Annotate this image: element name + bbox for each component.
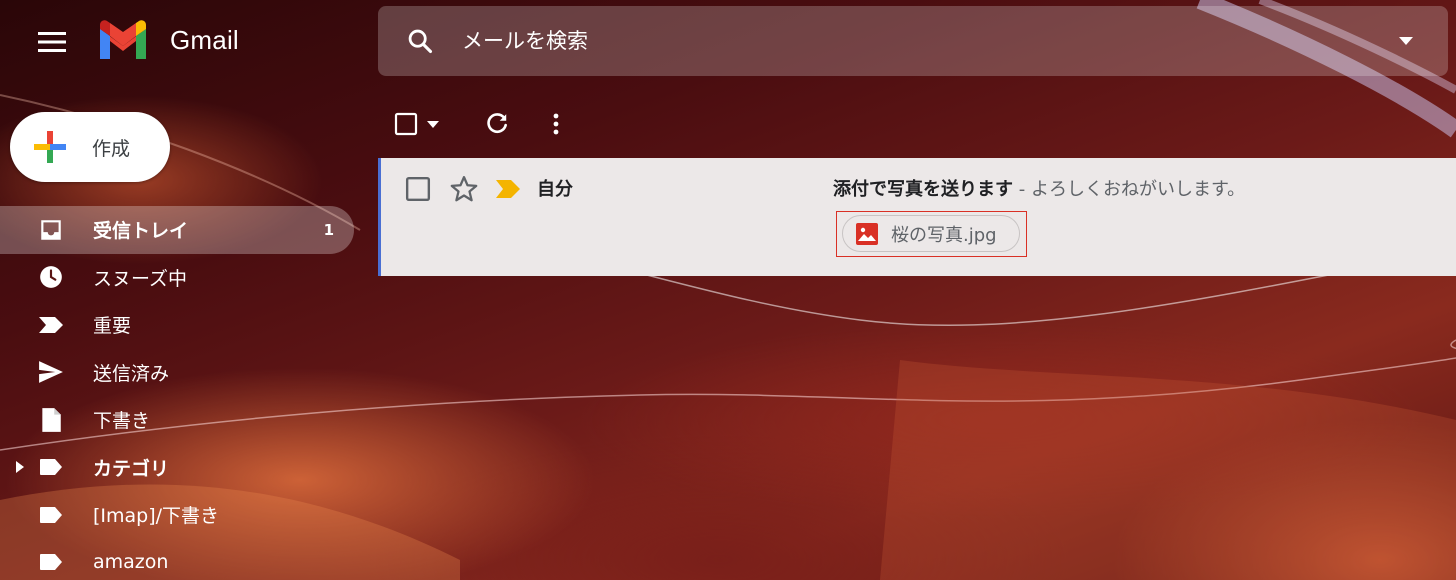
refresh-button[interactable] [470, 102, 524, 146]
important-marker-icon[interactable] [495, 179, 521, 199]
sidebar-item-label: amazon [93, 551, 169, 574]
sidebar-item-label: [Imap]/下書き [93, 505, 220, 528]
select-menu-button[interactable] [420, 102, 446, 146]
sidebar-item-label: 受信トレイ [93, 220, 189, 243]
sidebar-item-inbox[interactable]: 受信トレイ 1 [0, 206, 354, 254]
more-vert-icon [553, 113, 559, 135]
search-button[interactable] [378, 27, 462, 55]
attachment-highlight-box: 桜の写真.jpg [836, 211, 1027, 257]
email-snippet: よろしくおねがいします。 [1030, 179, 1246, 200]
hamburger-menu-icon [38, 32, 66, 52]
unread-count: 1 [323, 220, 334, 239]
search-input[interactable] [462, 21, 1364, 61]
label-icon [40, 506, 62, 523]
inbox-icon [41, 220, 61, 240]
refresh-icon [487, 113, 507, 134]
email-sender: 自分 [537, 179, 573, 200]
app-name: Gmail [170, 24, 239, 55]
star-icon[interactable] [449, 174, 479, 204]
image-file-icon [856, 222, 878, 245]
sidebar-item-important[interactable]: 重要 [0, 301, 354, 349]
label-icon [40, 459, 62, 476]
sidebar-item-label: スヌーズ中 [93, 267, 188, 290]
email-subject: 添付で写真を送ります [833, 179, 1013, 200]
draft-file-icon [42, 407, 61, 432]
sidebar-item-imap-drafts[interactable]: [Imap]/下書き [0, 491, 354, 539]
search-options-button[interactable] [1364, 37, 1448, 45]
sidebar-item-categories[interactable]: カテゴリ [0, 444, 354, 492]
sidebar-item-amazon[interactable]: amazon [0, 539, 354, 580]
sidebar-item-sent[interactable]: 送信済み [0, 349, 354, 397]
compose-plus-icon [34, 131, 66, 163]
sidebar-item-label: 下書き [93, 410, 151, 433]
sidebar-item-drafts[interactable]: 下書き [0, 396, 354, 444]
important-label-icon [39, 316, 63, 333]
email-row[interactable]: 自分 添付で写真を送ります - よろしくおねがいします。 桜の写真.jpg [378, 158, 1456, 276]
list-toolbar [392, 100, 576, 148]
sidebar-nav: 受信トレイ 1 スヌーズ中 重要 送信済み 下書き カテゴリ [Imap]/下書… [0, 206, 360, 580]
attachment-chip[interactable]: 桜の写真.jpg [842, 215, 1020, 252]
sidebar-item-snoozed[interactable]: スヌーズ中 [0, 254, 354, 302]
compose-label: 作成 [92, 137, 131, 160]
sidebar-item-label: 重要 [93, 315, 132, 338]
send-icon [39, 361, 63, 384]
subject-separator: - [1013, 179, 1031, 200]
email-subject-snippet: 添付で写真を送ります - よろしくおねがいします。 [833, 175, 1245, 201]
attachment-name: 桜の写真.jpg [891, 224, 997, 246]
gmail-logo[interactable]: Gmail [96, 18, 239, 62]
search-bar[interactable] [378, 6, 1448, 76]
sidebar-item-label: カテゴリ [93, 457, 170, 480]
checkbox-icon [394, 112, 418, 136]
row-checkbox-icon[interactable] [405, 176, 431, 202]
search-icon [408, 29, 433, 54]
main-menu-button[interactable] [28, 18, 76, 66]
caret-down-icon [1399, 37, 1413, 45]
caret-down-icon [427, 120, 439, 128]
more-options-button[interactable] [536, 102, 576, 146]
gmail-m-icon [100, 20, 146, 59]
expand-arrow-icon[interactable] [16, 461, 26, 474]
select-all-checkbox[interactable] [392, 102, 420, 146]
compose-button[interactable]: 作成 [10, 112, 170, 182]
sidebar-item-label: 送信済み [93, 362, 170, 385]
clock-icon [40, 266, 62, 289]
top-bar: Gmail [0, 0, 1456, 84]
label-icon [40, 554, 62, 571]
